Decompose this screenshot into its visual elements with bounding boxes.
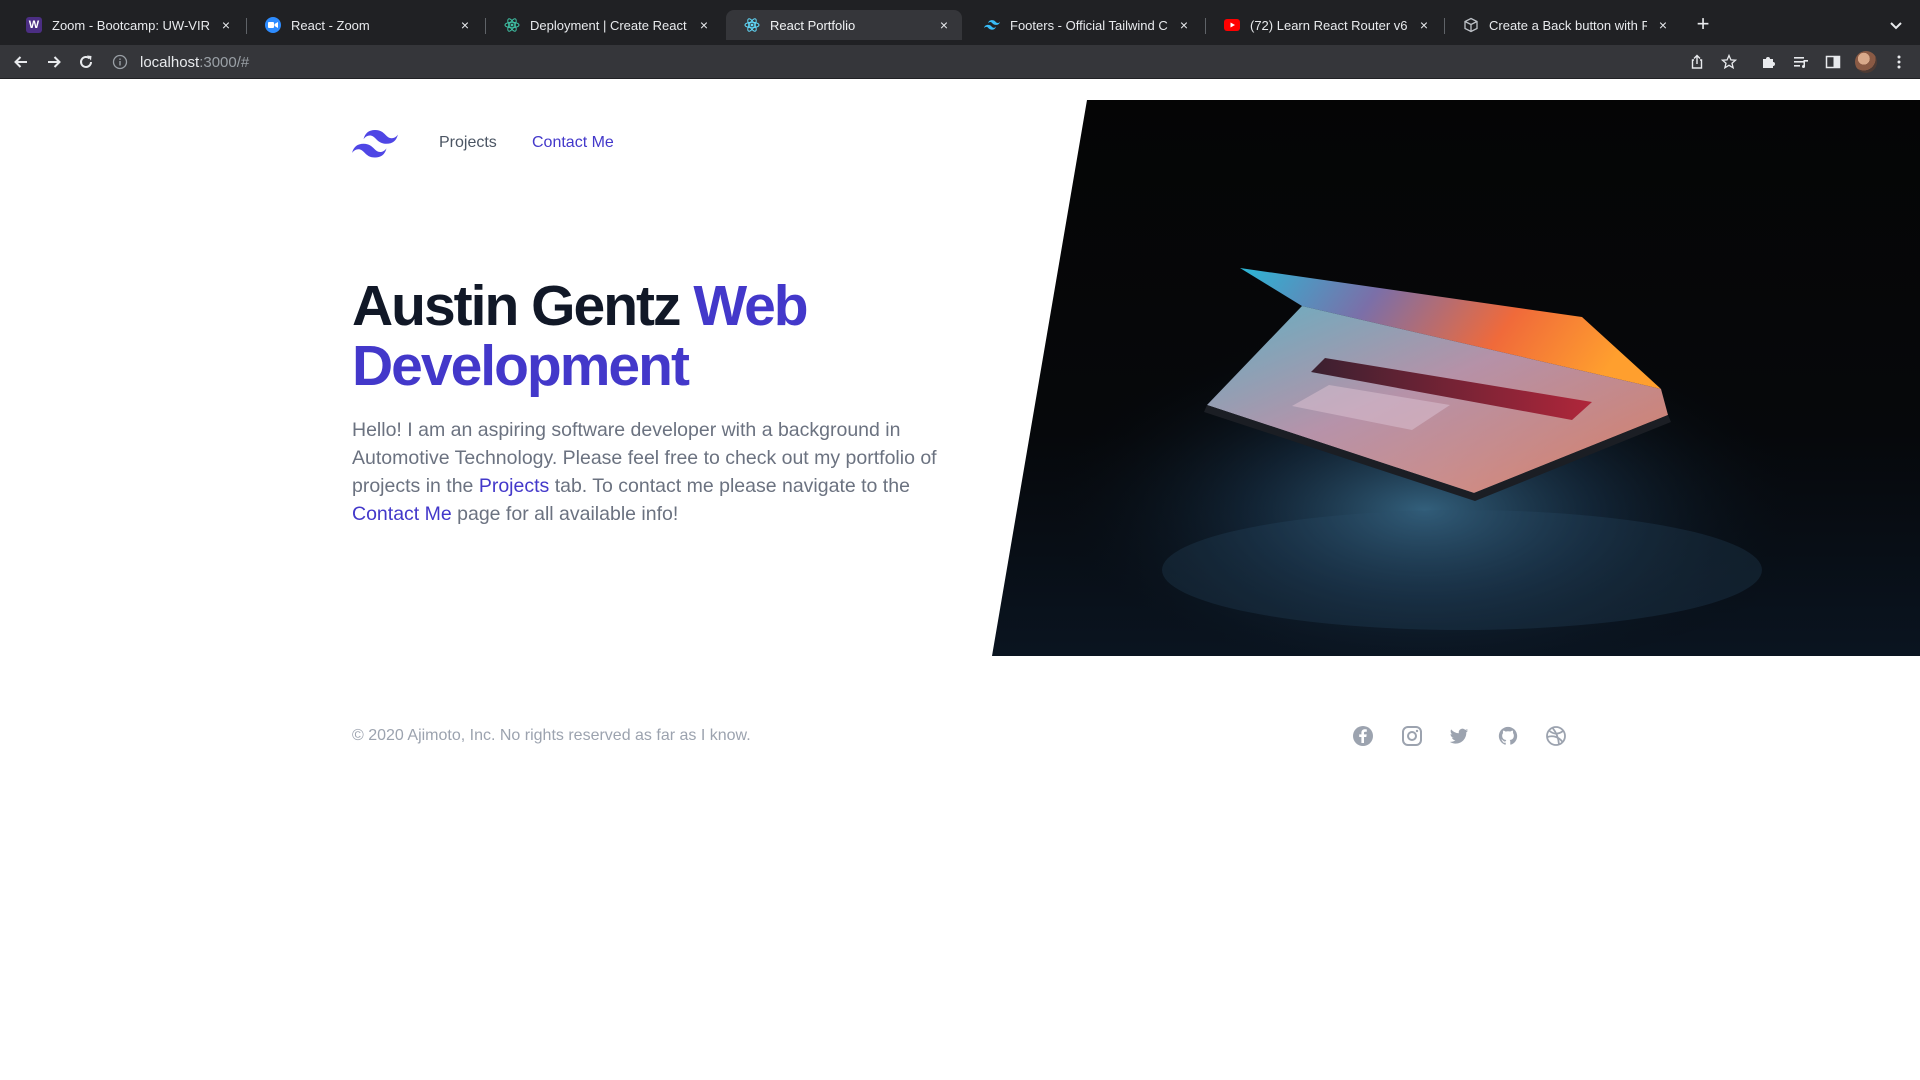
share-icon[interactable] xyxy=(1686,51,1708,73)
tab-strip: W Zoom - Bootcamp: UW-VIRT-F × React - Z… xyxy=(0,0,1920,45)
tab-deployment-cra[interactable]: Deployment | Create React App × xyxy=(486,10,722,40)
dribbble-icon[interactable] xyxy=(1545,725,1567,747)
close-icon[interactable]: × xyxy=(457,17,473,33)
close-icon[interactable]: × xyxy=(1416,17,1432,33)
hero-text-part-2: tab. To contact me please navigate to th… xyxy=(549,475,910,497)
tab-title: Deployment | Create React App xyxy=(530,17,688,33)
nav-link-projects[interactable]: Projects xyxy=(439,134,497,152)
close-icon[interactable]: × xyxy=(696,17,712,33)
extensions-puzzle-icon[interactable] xyxy=(1757,51,1779,73)
hero-description: Hello! I am an aspiring software develop… xyxy=(352,416,942,528)
tab-title: Create a Back button with React xyxy=(1489,17,1647,33)
side-panel-icon[interactable] xyxy=(1822,51,1844,73)
page-content: Projects Contact Me Austin Gentz Web Dev… xyxy=(0,80,1920,1080)
reload-icon[interactable] xyxy=(75,51,97,73)
hero-title-name: Austin Gentz xyxy=(352,274,694,338)
react-icon xyxy=(744,17,760,33)
zoom-icon xyxy=(265,17,281,33)
tailwind-logo-icon[interactable] xyxy=(352,130,398,158)
inline-link-contact[interactable]: Contact Me xyxy=(352,503,452,525)
hero-laptop-image xyxy=(992,100,1920,656)
media-queue-icon[interactable] xyxy=(1790,51,1812,73)
new-tab-button[interactable]: + xyxy=(1691,13,1715,37)
tab-react-router-video[interactable]: (72) Learn React Router v6 In 4 × xyxy=(1206,10,1442,40)
tab-search-icon[interactable] xyxy=(1886,15,1906,35)
tab-title: React - Zoom xyxy=(291,17,370,33)
tab-react-zoom[interactable]: React - Zoom × xyxy=(247,10,483,40)
hero-title: Austin Gentz Web Development xyxy=(352,276,952,396)
instagram-icon[interactable] xyxy=(1401,725,1423,747)
url-path: :3000/# xyxy=(199,53,250,71)
inline-link-projects[interactable]: Projects xyxy=(479,475,549,497)
tab-tailwind-footers[interactable]: Footers - Official Tailwind CSS × xyxy=(966,10,1202,40)
tab-back-button[interactable]: Create a Back button with React × xyxy=(1445,10,1681,40)
tailwind-icon xyxy=(984,17,1000,33)
tab-title: (72) Learn React Router v6 In 4 xyxy=(1250,17,1408,33)
footer-copyright: © 2020 Ajimoto, Inc. No rights reserved … xyxy=(352,727,751,744)
facebook-icon[interactable] xyxy=(1352,725,1374,747)
back-arrow-icon[interactable] xyxy=(10,51,32,73)
close-icon[interactable]: × xyxy=(1655,17,1671,33)
codesandbox-icon xyxy=(1463,17,1479,33)
github-icon[interactable] xyxy=(1497,725,1519,747)
address-bar[interactable]: localhost :3000/# xyxy=(112,49,1892,75)
youtube-icon xyxy=(1224,17,1240,33)
close-icon[interactable]: × xyxy=(218,17,234,33)
browser-toolbar: localhost :3000/# xyxy=(0,45,1920,79)
kebab-menu-icon[interactable] xyxy=(1888,51,1910,73)
nav-link-contact[interactable]: Contact Me xyxy=(532,134,614,152)
close-icon[interactable]: × xyxy=(936,17,952,33)
close-icon[interactable]: × xyxy=(1176,17,1192,33)
tab-zoom-bootcamp[interactable]: W Zoom - Bootcamp: UW-VIRT-F × xyxy=(8,10,244,40)
url-host: localhost xyxy=(140,53,200,71)
bookmark-star-icon[interactable] xyxy=(1718,51,1740,73)
info-icon[interactable] xyxy=(112,54,128,70)
tab-title: Footers - Official Tailwind CSS xyxy=(1010,17,1168,33)
tab-title: React Portfolio xyxy=(770,17,856,33)
forward-arrow-icon[interactable] xyxy=(43,51,65,73)
tab-title: Zoom - Bootcamp: UW-VIRT-F xyxy=(52,17,210,33)
hero-text-part-3: page for all available info! xyxy=(451,503,679,525)
tab-react-portfolio[interactable]: React Portfolio × xyxy=(726,10,962,40)
twitter-icon[interactable] xyxy=(1448,725,1470,747)
uw-w-icon: W xyxy=(26,17,42,33)
profile-avatar[interactable] xyxy=(1855,51,1877,73)
react-icon xyxy=(504,17,520,33)
